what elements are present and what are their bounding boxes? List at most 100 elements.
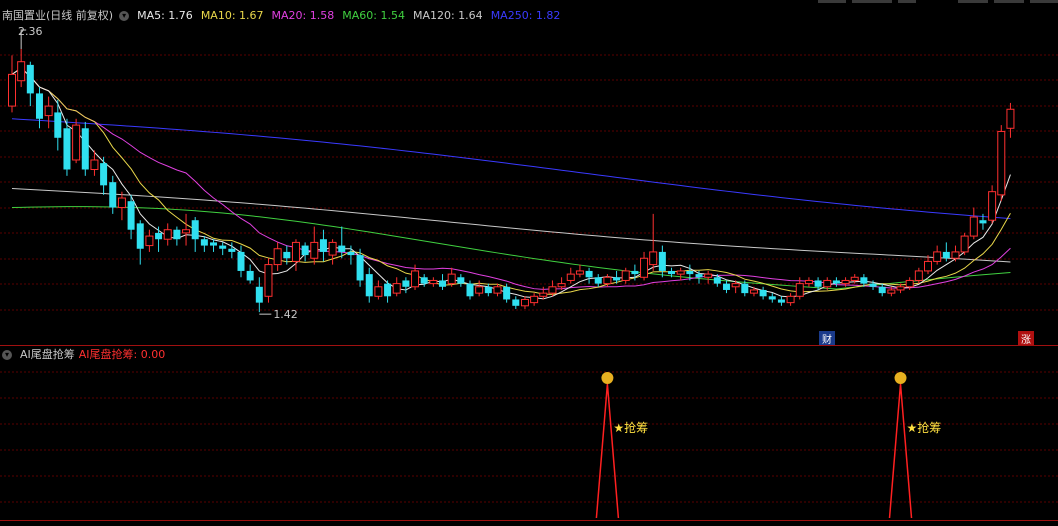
candle-body-down	[246, 270, 254, 281]
candle-body-up	[539, 292, 548, 297]
stock-title[interactable]: 南国置业(日线 前复权)	[2, 7, 113, 25]
candle-body-down	[365, 274, 373, 297]
candle-body-down	[63, 128, 71, 170]
price-annotations: 2.36 1.42 财 涨	[18, 25, 1034, 346]
candle-body-up	[145, 235, 154, 247]
candle-body-up	[310, 241, 319, 259]
candle-body-down	[420, 277, 428, 284]
candle-body-up	[640, 257, 649, 278]
candle-body-down	[228, 248, 236, 252]
candle-body-down	[439, 280, 447, 287]
main-chart-header: 南国置业(日线 前复权) ▾ MA5: 1.76 MA10: 1.67 MA20…	[2, 7, 568, 25]
ma120-label: MA120: 1.64	[412, 9, 483, 22]
candle-body-down	[136, 223, 144, 249]
candle-body-up	[411, 270, 420, 288]
candle-body-up	[374, 286, 383, 297]
ma20-line	[11, 67, 1011, 290]
signal-spike	[595, 383, 620, 519]
candle-body-up	[575, 270, 584, 275]
candlesticks	[8, 29, 1015, 315]
candle-body-up	[264, 264, 273, 297]
candle-body-down	[210, 242, 218, 246]
candle-body-down	[54, 112, 62, 138]
ma250-label: MA250: 1.82	[490, 9, 561, 22]
candle-body-up	[530, 295, 539, 304]
candle-body-up	[557, 283, 566, 288]
indicator-title[interactable]: AI尾盘抢筹	[20, 346, 75, 364]
candle-body-up	[933, 251, 942, 262]
candle-body-down	[219, 245, 227, 249]
candle-body-down	[713, 277, 721, 284]
candle-body-up	[475, 286, 484, 294]
high-price-label: 2.36	[18, 25, 43, 38]
money-bag-icon	[601, 372, 614, 384]
candle-body-up	[117, 197, 126, 209]
candle-body-down	[503, 286, 511, 300]
candle-body-down	[283, 251, 291, 259]
ma60-label: MA60: 1.54	[342, 9, 405, 22]
candle-body-down	[319, 239, 327, 252]
candle-body-up	[795, 283, 804, 297]
candle-body-up	[960, 235, 969, 253]
candle-body-down	[860, 277, 868, 284]
candle-body-up	[887, 289, 896, 294]
candle-body-up	[566, 273, 575, 281]
kline-chart[interactable]: 2.36 1.42 财 涨 ★抢筹 ★抢筹	[0, 0, 1058, 526]
candle-body-down	[155, 232, 163, 240]
settings-dropdown-icon[interactable]: ▾	[2, 350, 12, 360]
candle-body-down	[695, 274, 703, 278]
candle-body-up	[17, 61, 26, 82]
candle-body-up	[649, 251, 658, 266]
candle-body-down	[338, 245, 346, 252]
candle-body-up	[951, 251, 960, 259]
cai-badge[interactable]: 财	[822, 333, 832, 346]
settings-dropdown-icon[interactable]: ▾	[119, 11, 130, 21]
candle-body-down	[237, 251, 245, 271]
zhang-badge[interactable]: 涨	[1021, 334, 1031, 346]
ma60-line	[11, 206, 1011, 290]
candle-body-up	[823, 279, 832, 288]
ma10-line	[11, 67, 1011, 295]
candle-body-up	[493, 286, 502, 294]
candle-body-up	[804, 279, 813, 285]
candle-body-up	[676, 270, 685, 275]
candle-body-down	[686, 270, 694, 275]
candle-body-up	[328, 241, 337, 256]
moving-average-lines	[11, 67, 1011, 300]
candle-body-down	[26, 64, 34, 94]
candle-body-down	[127, 201, 135, 230]
sub-indicator-panel: ★抢筹 ★抢筹	[595, 372, 942, 519]
candle-body-up	[731, 283, 740, 288]
candle-body-down	[35, 93, 43, 119]
candle-body-down	[100, 163, 108, 186]
candle-body-down	[512, 299, 520, 306]
candle-body-up	[182, 229, 191, 234]
candle-body-up	[291, 241, 300, 262]
candle-body-up	[603, 276, 612, 285]
candle-body-up	[924, 260, 932, 272]
candle-body-up	[621, 270, 630, 281]
signal-spike	[888, 383, 913, 519]
candle-body-down	[109, 182, 117, 208]
candle-body-down	[741, 283, 749, 294]
candle-body-up	[90, 159, 99, 170]
candle-body-down	[585, 270, 593, 278]
candle-body-down	[484, 286, 492, 294]
candle-body-down	[631, 270, 639, 275]
signal-label: ★抢筹	[613, 420, 648, 435]
candle-body-down	[457, 277, 465, 284]
candle-body-down	[759, 289, 767, 297]
candle-body-down	[658, 251, 666, 271]
candle-body-down	[255, 286, 263, 303]
candle-body-up	[896, 286, 905, 291]
candle-body-up	[786, 295, 795, 304]
candle-body-up	[988, 191, 997, 221]
candle-body-up	[520, 298, 529, 307]
signal-label: ★抢筹	[907, 420, 942, 435]
candle-body-up	[704, 273, 713, 278]
candle-body-down	[384, 283, 392, 297]
candle-body-up	[969, 216, 978, 237]
candle-body-up	[905, 279, 914, 288]
candle-body-down	[942, 251, 950, 259]
ma20-label: MA20: 1.58	[271, 9, 335, 22]
